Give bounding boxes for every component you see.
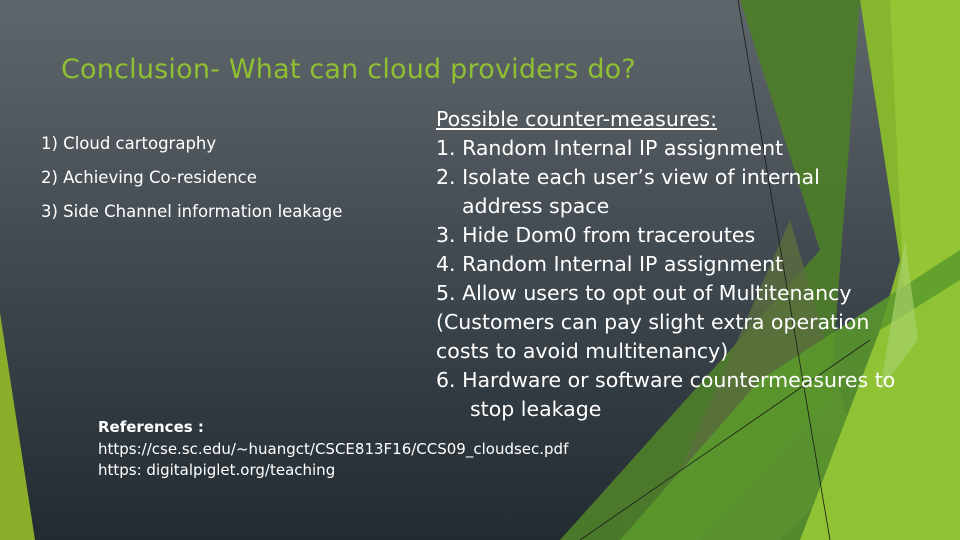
topic-item: 1) Cloud cartography <box>41 134 217 153</box>
countermeasure-line: 6. Hardware or software countermeasures … <box>436 368 896 392</box>
reference-link[interactable]: https://cse.sc.edu/~huangct/CSCE813F16/C… <box>98 439 568 461</box>
green-sliver-left <box>0 313 35 540</box>
countermeasure-line: costs to avoid multitenancy) <box>436 339 729 363</box>
topic-list: 1) Cloud cartography 2) Achieving Co-res… <box>41 134 342 236</box>
countermeasure-line: 4. Random Internal IP assignment <box>436 252 784 276</box>
countermeasure-line: (Customers can pay slight extra operatio… <box>436 310 870 334</box>
references-heading: References : <box>98 418 204 436</box>
countermeasure-line: 5. Allow users to opt out of Multitenanc… <box>436 281 852 305</box>
topic-item: 2) Achieving Co-residence <box>41 168 257 187</box>
references-block: References : https://cse.sc.edu/~huangct… <box>98 417 568 482</box>
slide-title: Conclusion- What can cloud providers do? <box>61 54 636 85</box>
countermeasures-block: Possible counter-measures: 1. Random Int… <box>436 105 895 424</box>
countermeasures-heading: Possible counter-measures: <box>436 107 718 131</box>
countermeasure-line: address space <box>462 194 610 218</box>
countermeasure-line: 3. Hide Dom0 from traceroutes <box>436 223 756 247</box>
countermeasure-line: 1. Random Internal IP assignment <box>436 136 784 160</box>
reference-link[interactable]: https: digitalpiglet.org/teaching <box>98 460 568 482</box>
countermeasure-line: 2. Isolate each user’s view of internal <box>436 165 820 189</box>
topic-item: 3) Side Channel information leakage <box>41 202 343 221</box>
